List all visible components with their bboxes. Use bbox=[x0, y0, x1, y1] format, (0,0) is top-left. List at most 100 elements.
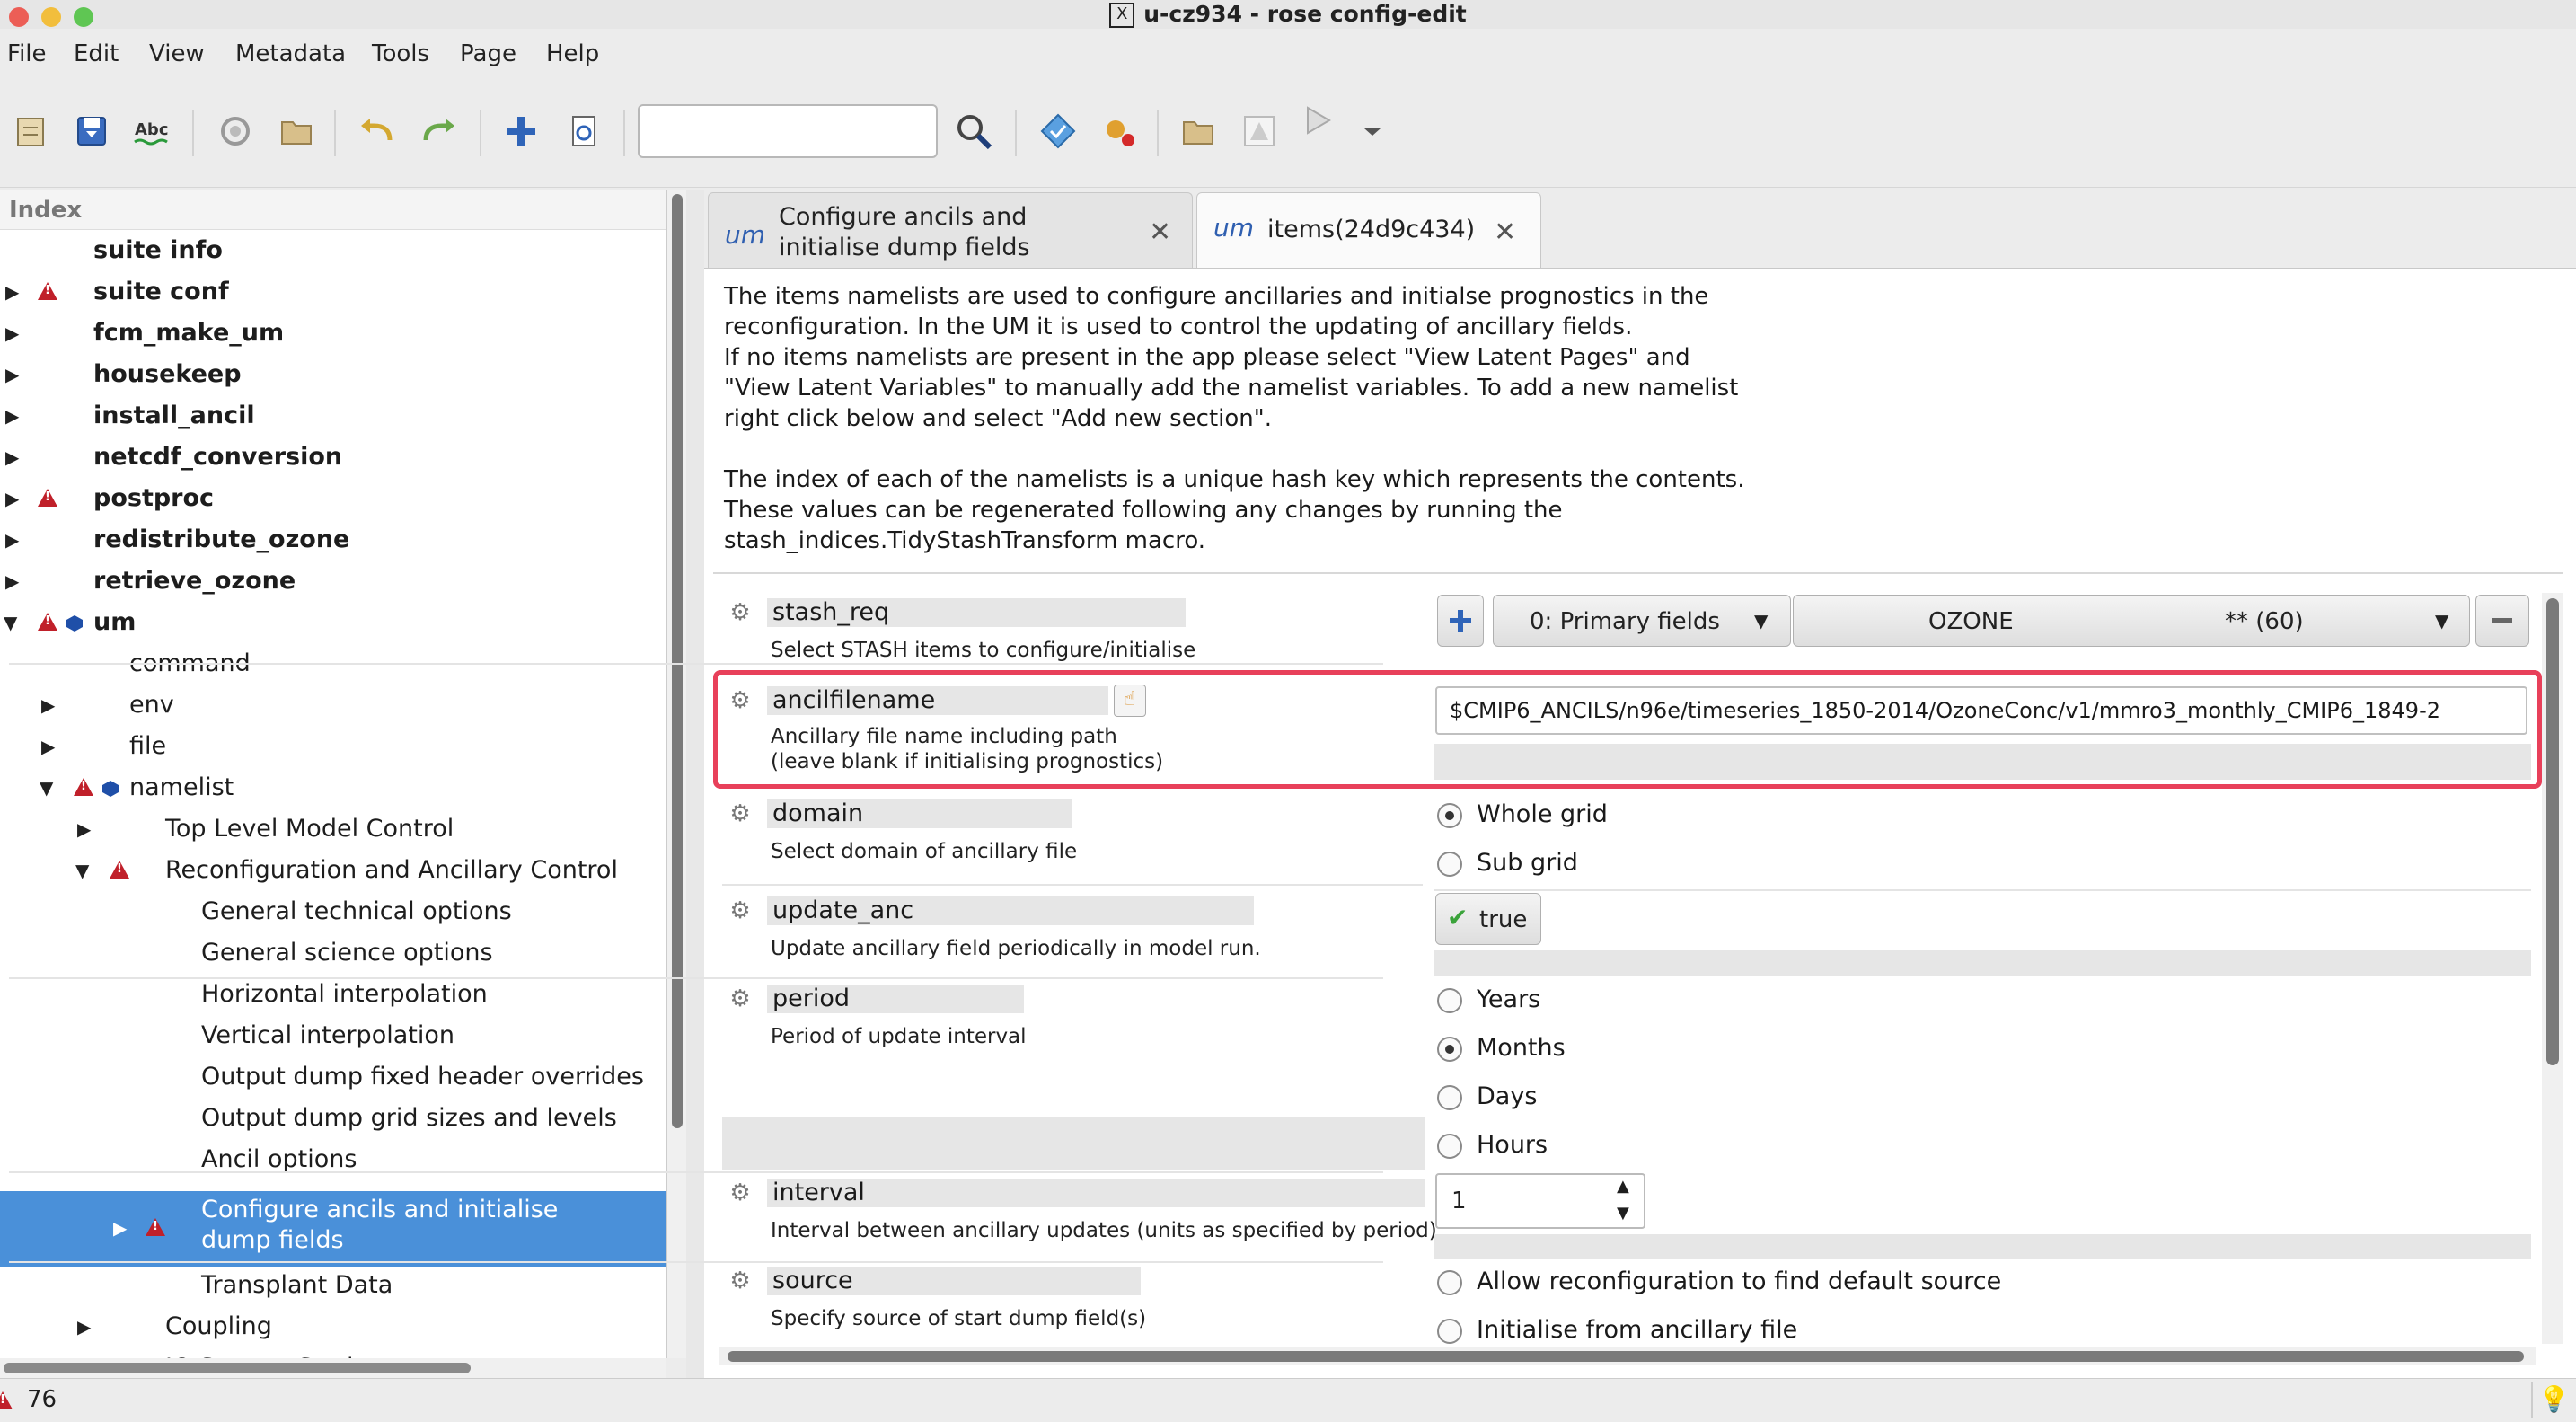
tree-item-um[interactable]: ▼ um bbox=[0, 602, 666, 643]
content-vertical-scrollbar[interactable] bbox=[2542, 593, 2563, 1344]
tree-item-configure-ancils[interactable]: ▶ Configure ancils and initialise dump fi… bbox=[0, 1191, 666, 1267]
reload-icon[interactable] bbox=[210, 106, 260, 156]
tree-item-install-ancil[interactable]: ▶ install_ancil bbox=[0, 395, 666, 437]
tree-item-transplant-data[interactable]: Transplant Data bbox=[0, 1265, 666, 1306]
radio-sub-grid[interactable] bbox=[1437, 852, 1462, 877]
scrollbar-thumb[interactable] bbox=[728, 1351, 2524, 1362]
gear-icon[interactable]: ⚙ bbox=[728, 898, 753, 923]
menu-edit[interactable]: Edit bbox=[74, 29, 119, 79]
tab-configure-ancils[interactable]: um Configure ancils and initialise dump … bbox=[708, 192, 1193, 268]
radio-hours[interactable] bbox=[1437, 1134, 1462, 1159]
pane-divider[interactable] bbox=[686, 190, 704, 1378]
radio-years[interactable] bbox=[1437, 988, 1462, 1013]
dropdown-icon[interactable] bbox=[1347, 106, 1398, 156]
gear-icon[interactable]: ⚙ bbox=[728, 688, 753, 713]
warning-icon[interactable] bbox=[1234, 106, 1284, 156]
folder-icon[interactable] bbox=[271, 106, 322, 156]
ancilfilename-input[interactable] bbox=[1435, 686, 2527, 735]
menu-view[interactable]: View bbox=[149, 29, 205, 79]
interval-spinbox[interactable]: 1 ▲ ▼ bbox=[1435, 1173, 1645, 1229]
tree-item-output-dump-grid-sizes-and-levels[interactable]: Output dump grid sizes and levels bbox=[0, 1098, 666, 1139]
content-horizontal-scrollbar[interactable] bbox=[719, 1347, 2536, 1365]
scrollbar-thumb[interactable] bbox=[2546, 598, 2559, 1065]
spin-down-icon[interactable]: ▼ bbox=[1617, 1204, 1629, 1223]
stash-item-dropdown[interactable]: OZONE ** (60) ▼ bbox=[1793, 595, 2470, 647]
radio-initialise-from-ancillary[interactable] bbox=[1437, 1319, 1462, 1344]
gear-icon[interactable]: ⚙ bbox=[728, 1180, 753, 1206]
tree-item-postproc[interactable]: ▶ postproc bbox=[0, 478, 666, 519]
tree-item-netcdf-conversion[interactable]: ▶ netcdf_conversion bbox=[0, 437, 666, 478]
expand-arrow-icon[interactable]: ▶ bbox=[5, 478, 19, 519]
tree-item-vertical-interpolation[interactable]: Vertical interpolation bbox=[0, 1015, 666, 1056]
macro-icon[interactable] bbox=[1094, 106, 1144, 156]
toggle-update-anc[interactable]: ✔ true bbox=[1435, 893, 1541, 945]
radio-allow-reconfiguration[interactable] bbox=[1437, 1270, 1462, 1295]
tree-item-suite-info[interactable]: suite info bbox=[0, 230, 666, 271]
expand-arrow-icon[interactable]: ▶ bbox=[5, 395, 19, 437]
expand-arrow-icon[interactable]: ▶ bbox=[5, 561, 19, 602]
search-icon[interactable] bbox=[948, 106, 999, 156]
tree-item-redistribute-ozone[interactable]: ▶ redistribute_ozone bbox=[0, 519, 666, 561]
expand-arrow-icon[interactable]: ▶ bbox=[5, 313, 19, 354]
expand-arrow-icon[interactable]: ▶ bbox=[77, 1306, 91, 1347]
save-icon[interactable] bbox=[66, 106, 117, 156]
index-horizontal-scrollbar[interactable] bbox=[0, 1358, 666, 1378]
scrollbar-thumb[interactable] bbox=[4, 1363, 471, 1373]
tree-item-file[interactable]: ▶ file bbox=[0, 726, 666, 767]
tree-item-io-system-settings[interactable]: ▶ IO System Settings bbox=[0, 1347, 666, 1358]
close-tab-icon[interactable]: ✕ bbox=[1494, 216, 1516, 248]
menu-help[interactable]: Help bbox=[546, 29, 599, 79]
close-tab-icon[interactable]: ✕ bbox=[1149, 216, 1171, 248]
expand-arrow-icon[interactable]: ▶ bbox=[5, 437, 19, 478]
menu-metadata[interactable]: Metadata bbox=[235, 29, 346, 79]
spell-check-icon[interactable]: Abc bbox=[128, 106, 178, 156]
collapse-arrow-icon[interactable]: ▼ bbox=[40, 767, 53, 808]
menu-tools[interactable]: Tools bbox=[372, 29, 429, 79]
tree-item-namelist[interactable]: ▼ namelist bbox=[0, 767, 666, 808]
tree-item-retrieve-ozone[interactable]: ▶ retrieve_ozone bbox=[0, 561, 666, 602]
expand-arrow-icon[interactable]: ▶ bbox=[41, 685, 55, 726]
tree-item-fcm-make-um[interactable]: ▶ fcm_make_um bbox=[0, 313, 666, 354]
tab-items[interactable]: um items(24d9c434) ✕ bbox=[1196, 192, 1541, 268]
gear-icon[interactable]: ⚙ bbox=[728, 600, 753, 625]
tree-item-general-technical-options[interactable]: General technical options bbox=[0, 891, 666, 932]
stash-section-dropdown[interactable]: 0: Primary fields ▼ bbox=[1493, 595, 1791, 647]
collapse-arrow-icon[interactable]: ▼ bbox=[75, 850, 89, 891]
radio-months[interactable] bbox=[1437, 1037, 1462, 1062]
tree-item-output-dump-fixed-header-overrides[interactable]: Output dump fixed header overrides bbox=[0, 1056, 666, 1098]
radio-whole-grid[interactable] bbox=[1437, 803, 1462, 828]
gear-icon[interactable]: ⚙ bbox=[728, 801, 753, 826]
tree-item-general-science-options[interactable]: General science options bbox=[0, 932, 666, 974]
expand-arrow-icon[interactable]: ▶ bbox=[41, 726, 55, 767]
menu-page[interactable]: Page bbox=[460, 29, 516, 79]
open-icon[interactable] bbox=[5, 106, 56, 156]
tree-item-reconfiguration-and-ancillary-control[interactable]: ▼ Reconfiguration and Ancillary Control bbox=[0, 850, 666, 891]
expand-arrow-icon[interactable]: ▶ bbox=[113, 1207, 127, 1249]
scrollbar-thumb[interactable] bbox=[672, 194, 683, 1128]
file-chooser-icon[interactable]: ☝ bbox=[1114, 685, 1146, 717]
index-vertical-scrollbar[interactable] bbox=[666, 190, 687, 1358]
folder-open-icon[interactable] bbox=[1173, 106, 1223, 156]
add-stash-button[interactable] bbox=[1437, 595, 1484, 647]
tree-item-env[interactable]: ▶ env bbox=[0, 685, 666, 726]
menu-file[interactable]: File bbox=[7, 29, 47, 79]
add-icon[interactable] bbox=[496, 106, 546, 156]
tree-item-housekeep[interactable]: ▶ housekeep bbox=[0, 354, 666, 395]
tree-item-ancil-options[interactable]: Ancil options bbox=[0, 1139, 666, 1180]
spin-up-icon[interactable]: ▲ bbox=[1617, 1177, 1629, 1196]
gear-icon[interactable]: ⚙ bbox=[728, 986, 753, 1011]
expand-arrow-icon[interactable]: ▶ bbox=[5, 354, 19, 395]
run-icon[interactable] bbox=[1293, 95, 1344, 146]
refresh-page-icon[interactable] bbox=[559, 106, 609, 156]
tree-item-suite-conf[interactable]: ▶ suite conf bbox=[0, 271, 666, 313]
search-input[interactable] bbox=[638, 104, 938, 158]
redo-icon[interactable] bbox=[413, 106, 463, 156]
expand-arrow-icon[interactable]: ▶ bbox=[77, 808, 91, 850]
tree-item-horizontal-interpolation[interactable]: Horizontal interpolation bbox=[0, 974, 666, 1015]
remove-stash-button[interactable] bbox=[2475, 595, 2529, 647]
validate-icon[interactable] bbox=[1033, 106, 1083, 156]
undo-icon[interactable] bbox=[352, 106, 402, 156]
radio-days[interactable] bbox=[1437, 1085, 1462, 1110]
expand-arrow-icon[interactable]: ▶ bbox=[77, 1347, 91, 1358]
tree-item-top-level-model-control[interactable]: ▶ Top Level Model Control bbox=[0, 808, 666, 850]
